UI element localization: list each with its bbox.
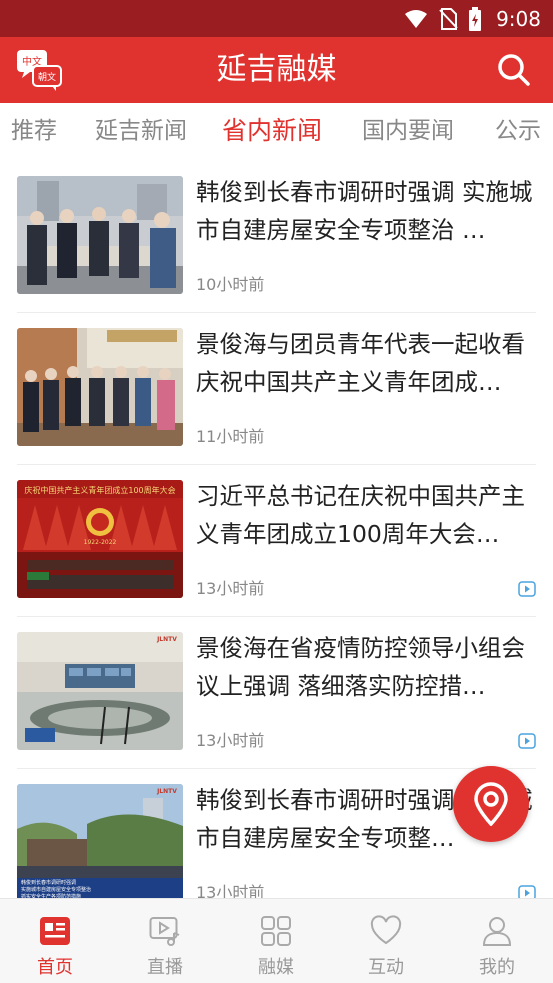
tv-logo-text: JLNTV xyxy=(156,636,177,643)
thumb-years-text: 1922-2022 xyxy=(84,539,117,546)
video-icon xyxy=(518,581,536,597)
wifi-icon xyxy=(405,9,428,28)
nav-live[interactable]: 直播 xyxy=(110,899,220,983)
nav-label: 直播 xyxy=(147,957,183,978)
tv-logo-text: JLNTV xyxy=(156,788,177,795)
news-thumbnail xyxy=(17,328,183,446)
nav-label: 首页 xyxy=(37,957,73,978)
video-icon xyxy=(518,733,536,749)
tab-recommend[interactable]: 推荐 xyxy=(11,103,57,161)
news-item[interactable]: 韩俊到长春市调研时强调 实施城市自建房屋安全专项整治 … 10小时前 xyxy=(0,161,553,313)
news-title: 韩俊到长春市调研时强调 实施城市自建房屋安全专项整治 … xyxy=(196,178,533,244)
tab-province-news[interactable]: 省内新闻 xyxy=(222,103,322,161)
news-title: 景俊海在省疫情防控领导小组会议上强调 落细落实防控措… xyxy=(196,634,525,700)
nav-media[interactable]: 融媒 xyxy=(221,899,331,983)
bottom-nav: 首页 直播 融媒 互动 我的 xyxy=(0,898,553,983)
news-time: 13小时前 xyxy=(196,579,265,598)
thumb-caption-line: 实施城市自建房屋安全专项整治 xyxy=(21,886,91,893)
news-thumbnail xyxy=(17,176,183,294)
battery-charging-icon xyxy=(469,6,482,31)
news-item[interactable]: JLNTV 景俊海在省疫情防控领导小组会议上强调 落细落实防控措… 13小时前 xyxy=(0,617,553,769)
live-icon xyxy=(149,917,180,946)
news-thumbnail: 庆祝中国共产主义青年团成立100周年大会 1922-2022 xyxy=(17,480,183,598)
tab-national-news[interactable]: 国内要闻 xyxy=(362,103,454,161)
search-icon[interactable] xyxy=(497,53,531,87)
news-thumbnail: 韩俊到长春市调研时强调 实施城市自建房屋安全专项整治 抓实安全生产各项防范措施 … xyxy=(17,784,183,902)
news-icon xyxy=(40,917,70,945)
no-sim-icon xyxy=(439,7,458,30)
status-icons: 9:08 xyxy=(404,0,541,37)
heart-icon xyxy=(370,915,402,945)
nav-home[interactable]: 首页 xyxy=(0,899,110,983)
news-time: 11小时前 xyxy=(196,427,265,446)
category-tabs: 推荐 延吉新闻 省内新闻 国内要闻 公示 xyxy=(0,103,553,161)
user-icon xyxy=(482,917,512,946)
nav-interact[interactable]: 互动 xyxy=(331,899,441,983)
nav-label: 融媒 xyxy=(258,957,294,978)
nav-mine[interactable]: 我的 xyxy=(442,899,552,983)
news-title: 景俊海与团员青年代表一起收看庆祝中国共产主义青年团成… xyxy=(196,330,525,396)
news-item[interactable]: 景俊海与团员青年代表一起收看庆祝中国共产主义青年团成… 11小时前 xyxy=(0,313,553,465)
app-title: 延吉融媒 xyxy=(216,52,337,87)
status-bar: 9:08 xyxy=(0,0,553,37)
location-pin-icon xyxy=(474,782,508,826)
location-button[interactable] xyxy=(453,766,529,842)
news-title: 习近平总书记在庆祝中国共产主义青年团成立100周年大会… xyxy=(196,482,525,548)
news-item[interactable]: 庆祝中国共产主义青年团成立100周年大会 1922-2022 习近平总书记在庆祝… xyxy=(0,465,553,617)
thumb-caption-line: 韩俊到长春市调研时强调 xyxy=(21,879,76,886)
grid-icon xyxy=(261,916,291,946)
app-bar: 中文 朝文 延吉融媒 xyxy=(0,37,553,103)
nav-label: 互动 xyxy=(368,957,404,978)
tab-notice[interactable]: 公示 xyxy=(495,103,541,161)
nav-label: 我的 xyxy=(479,957,515,978)
news-time: 10小时前 xyxy=(196,275,265,294)
status-time: 9:08 xyxy=(496,6,541,31)
news-time: 13小时前 xyxy=(196,731,265,750)
tab-yanji-news[interactable]: 延吉新闻 xyxy=(95,103,187,161)
news-thumbnail: JLNTV xyxy=(17,632,183,750)
thumb-banner-text: 庆祝中国共产主义青年团成立100周年大会 xyxy=(24,485,175,495)
